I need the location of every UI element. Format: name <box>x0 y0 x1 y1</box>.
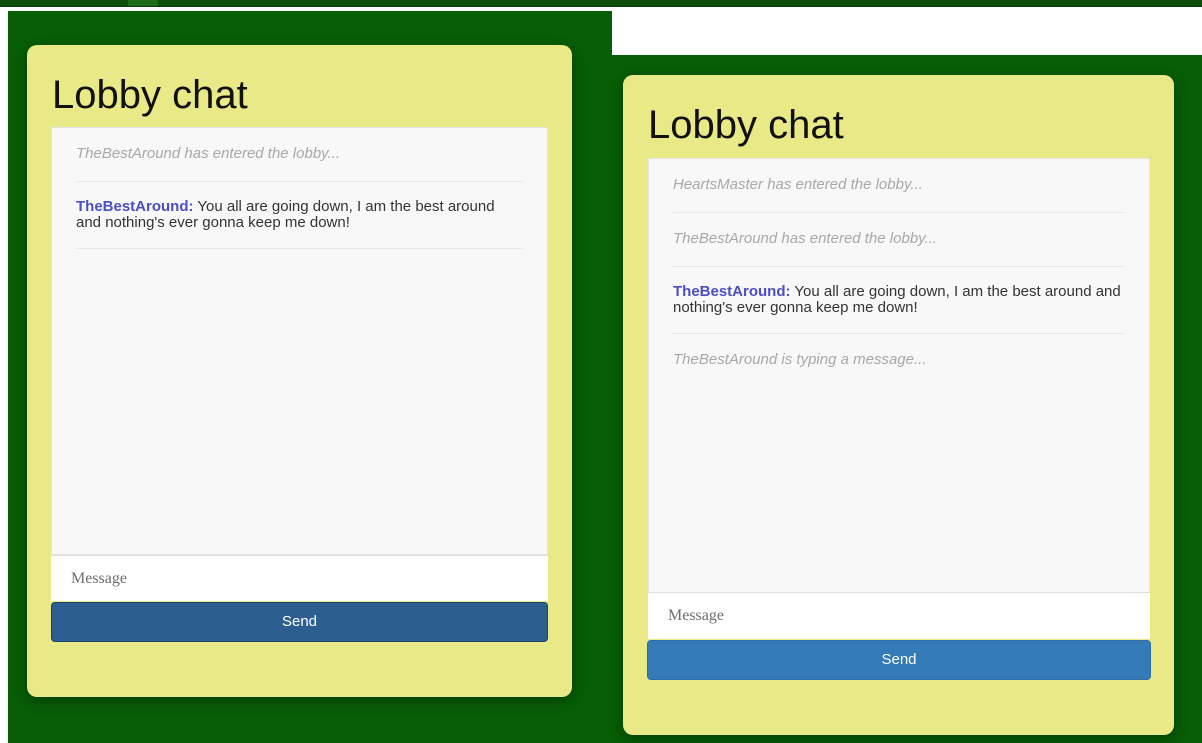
system-message: TheBestAround has entered the lobby... <box>673 213 1125 267</box>
message-author: TheBestAround: <box>76 198 194 215</box>
system-message-text: TheBestAround has entered the lobby... <box>673 230 938 247</box>
top-window-strip <box>0 0 1202 7</box>
send-button[interactable]: Send <box>51 602 548 642</box>
message-author: TheBestAround: <box>673 283 791 300</box>
send-button[interactable]: Send <box>647 640 1151 680</box>
system-message: TheBestAround has entered the lobby... <box>76 128 523 182</box>
message-log[interactable]: TheBestAround has entered the lobby... T… <box>51 127 548 555</box>
panel-title: Lobby chat <box>648 103 844 147</box>
system-message: HeartsMaster has entered the lobby... <box>673 159 1125 213</box>
system-message-text: HeartsMaster has entered the lobby... <box>673 176 923 193</box>
lobby-chat-panel-left: Lobby chat TheBestAround has entered the… <box>27 45 572 697</box>
chat-message: TheBestAround: You all are going down, I… <box>673 267 1125 334</box>
typing-indicator-text: TheBestAround is typing a message... <box>673 351 927 368</box>
message-input[interactable] <box>648 592 1150 639</box>
panel-title: Lobby chat <box>52 73 248 117</box>
system-message-text: TheBestAround has entered the lobby... <box>76 145 341 162</box>
message-list: TheBestAround has entered the lobby... T… <box>52 128 547 249</box>
message-input[interactable] <box>51 555 548 601</box>
typing-indicator: TheBestAround is typing a message... <box>673 334 1125 387</box>
lobby-chat-panel-right: Lobby chat HeartsMaster has entered the … <box>623 75 1174 735</box>
message-list: HeartsMaster has entered the lobby... Th… <box>649 159 1149 387</box>
message-log[interactable]: HeartsMaster has entered the lobby... Th… <box>648 158 1150 593</box>
chat-message: TheBestAround: You all are going down, I… <box>76 182 523 249</box>
window-tab-mark <box>128 0 158 6</box>
